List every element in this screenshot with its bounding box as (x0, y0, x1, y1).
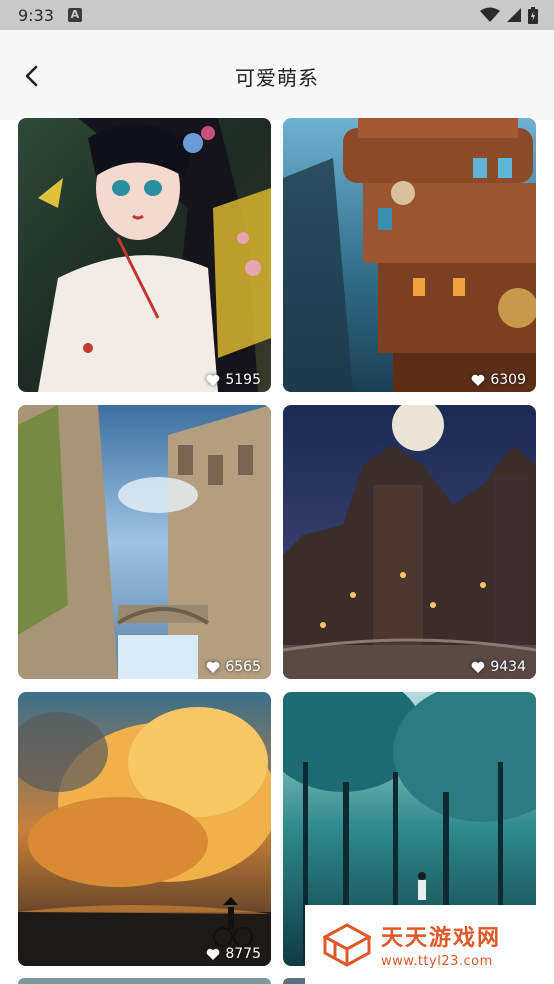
wifi-icon (480, 7, 500, 22)
page-title: 可爱萌系 (235, 66, 319, 90)
header: 可爱萌系 (0, 30, 554, 120)
like-count: 5195 (206, 372, 261, 388)
wallpaper-card[interactable]: 6309 (283, 118, 536, 392)
wallpaper-card[interactable]: 9434 (283, 405, 536, 679)
like-count: 8775 (206, 946, 261, 962)
status-left: 9:33 A (18, 6, 82, 25)
like-count: 6309 (471, 372, 526, 388)
a-notification-icon: A (67, 8, 82, 22)
status-bar: 9:33 A (0, 0, 554, 30)
watermark-title: 天天游戏网 (381, 926, 502, 951)
battery-icon (528, 6, 538, 24)
sunset-clouds-artwork (18, 692, 271, 966)
wallpaper-card[interactable]: 5195 (18, 118, 271, 392)
like-count: 6565 (206, 659, 261, 675)
like-count-value: 6565 (225, 659, 261, 675)
status-right (480, 6, 538, 24)
next-row-card-peek (18, 978, 271, 984)
watermark-url: www.ttyl23.com (381, 954, 493, 969)
anime-girl-artwork (18, 118, 271, 392)
signal-icon (507, 8, 521, 22)
fantasy-city-artwork (18, 405, 271, 679)
status-time: 9:33 (18, 5, 54, 25)
like-count-value: 9434 (490, 659, 526, 675)
heart-icon (206, 661, 220, 673)
like-count-value: 8775 (225, 946, 261, 962)
watermark-logo-icon (323, 922, 371, 967)
night-castle-artwork (283, 405, 536, 679)
like-count-value: 5195 (225, 372, 261, 388)
heart-icon (471, 374, 485, 386)
watermark: 天天游戏网 www.ttyl23.com (305, 905, 554, 984)
like-count: 9434 (471, 659, 526, 675)
watermark-text: 天天游戏网 www.ttyl23.com (381, 920, 501, 969)
wallpaper-card[interactable]: 8775 (18, 692, 271, 966)
heart-icon (471, 661, 485, 673)
like-count-value: 6309 (490, 372, 526, 388)
heart-icon (206, 948, 220, 960)
wallpaper-card[interactable]: 6565 (18, 405, 271, 679)
steampunk-tower-artwork (283, 118, 536, 392)
heart-icon (206, 374, 220, 386)
